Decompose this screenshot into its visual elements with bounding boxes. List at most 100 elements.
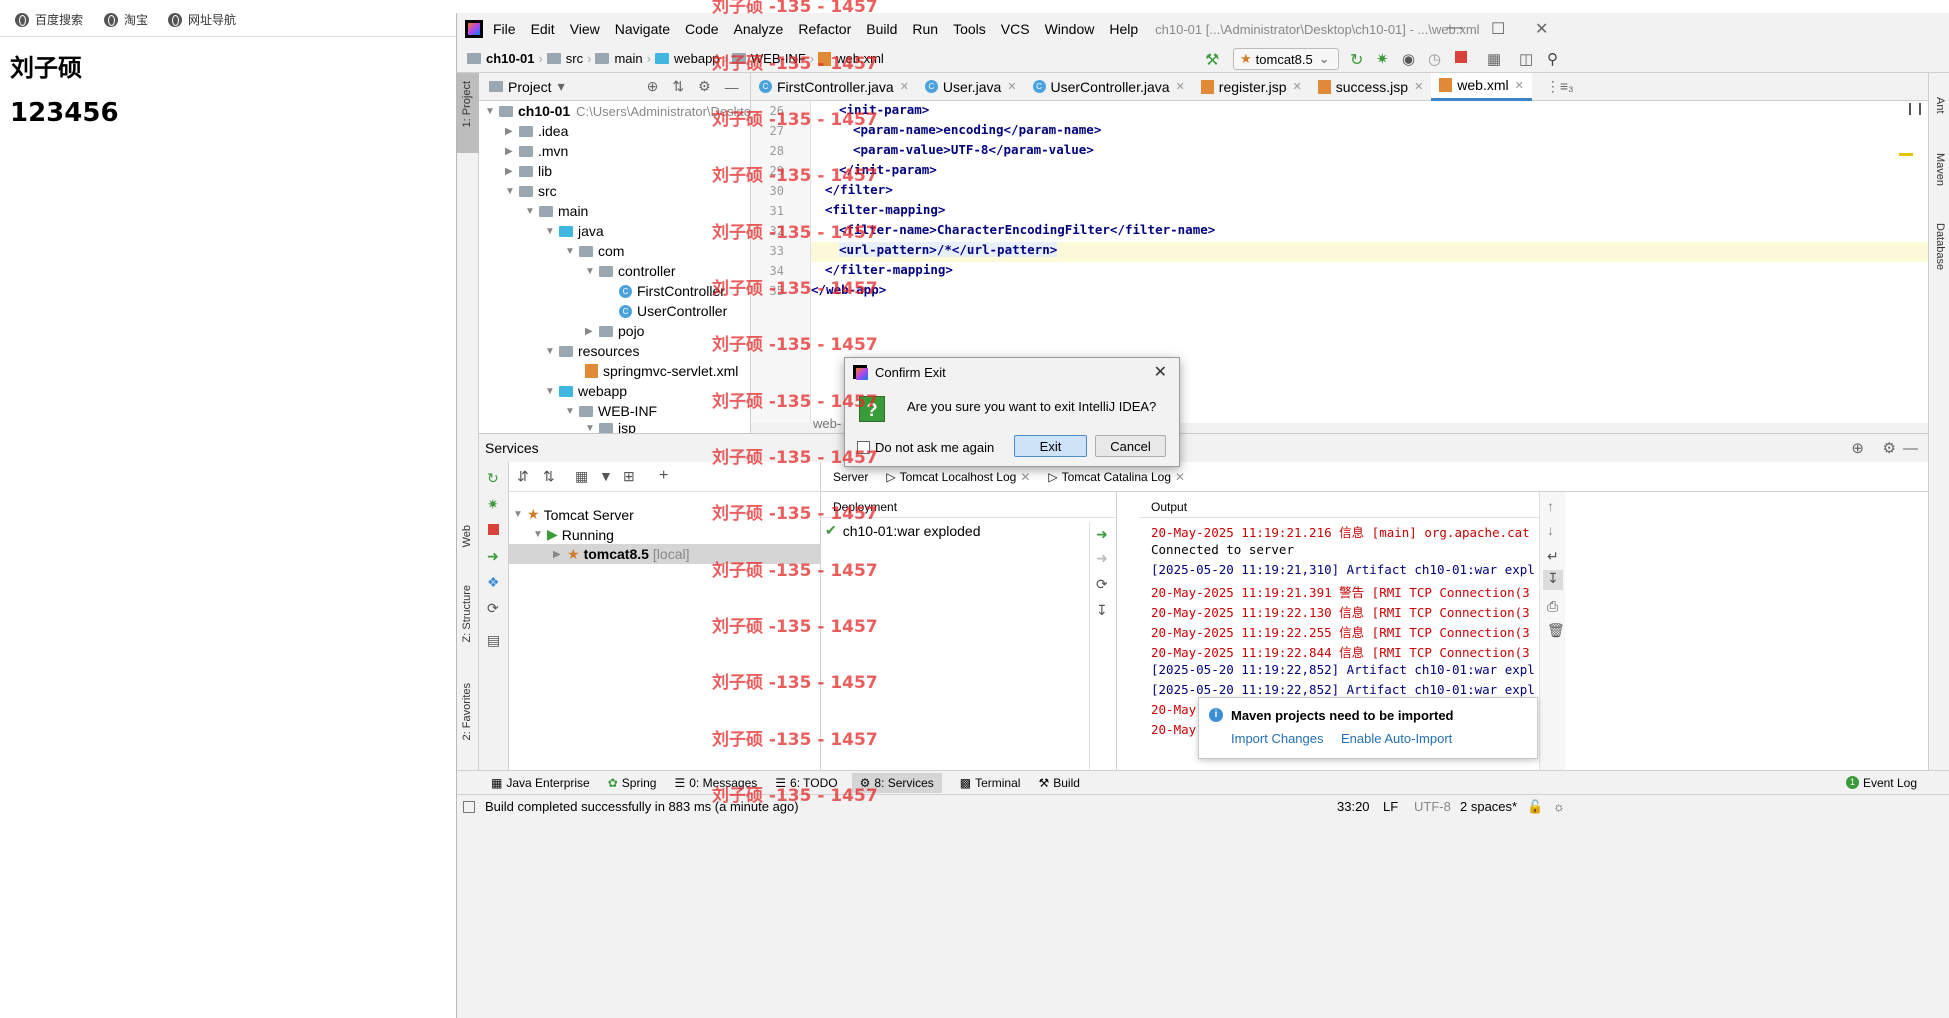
code-line-27[interactable]: <param-name>encoding</param-name> bbox=[853, 122, 1101, 137]
tab-catalina-log[interactable]: ▷ Tomcat Catalina Log ✕ bbox=[1036, 470, 1197, 484]
tree-item-resources[interactable]: ▼ resources bbox=[545, 343, 639, 359]
artifact-icon[interactable]: ❖ bbox=[487, 574, 500, 591]
enable-auto-import-link[interactable]: Enable Auto-Import bbox=[1341, 731, 1452, 746]
minimize-icon[interactable]: — bbox=[1447, 19, 1463, 37]
file-encoding[interactable]: UTF-8 bbox=[1414, 799, 1451, 814]
build-hammer-icon[interactable]: ⚒ bbox=[1205, 50, 1221, 69]
bookmark-nav[interactable]: 网址导航 bbox=[168, 11, 236, 28]
tool-tab-web[interactable]: Web bbox=[461, 525, 473, 547]
close-window-icon[interactable]: ✕ bbox=[1535, 19, 1548, 39]
tab-server[interactable]: Server bbox=[821, 470, 880, 484]
tab-firstcontroller[interactable]: C FirstController.java ✕ bbox=[751, 73, 917, 101]
tool-java-enterprise[interactable]: ▦ Java Enterprise bbox=[491, 776, 590, 790]
tree-item-webinf[interactable]: ▼ WEB-INF bbox=[565, 403, 657, 419]
group-icon[interactable]: ▦ bbox=[575, 468, 588, 485]
code-line-33[interactable]: <url-pattern>/*</url-pattern> bbox=[839, 242, 1058, 257]
tree-item-usercontroller[interactable]: C UserController bbox=[619, 303, 727, 319]
up-arrow-icon[interactable]: ↑ bbox=[1547, 498, 1554, 514]
collapse-icon[interactable]: ⇅ bbox=[672, 78, 684, 95]
close-icon[interactable]: ✕ bbox=[1007, 80, 1016, 93]
deployment-item[interactable]: ✔ ch10-01:war exploded bbox=[825, 522, 981, 539]
close-icon[interactable]: ✕ bbox=[1176, 80, 1185, 93]
deploy-icon[interactable]: ➜ bbox=[1096, 526, 1108, 543]
down-arrow-icon[interactable]: ↓ bbox=[1547, 522, 1554, 538]
stop-icon[interactable] bbox=[488, 524, 499, 535]
collapse-all-icon[interactable]: ⇅ bbox=[543, 468, 555, 485]
tree-item-firstcontroller[interactable]: C FirstController bbox=[619, 283, 725, 299]
tab-success-jsp[interactable]: success.jsp ✕ bbox=[1310, 73, 1432, 101]
tab-web-xml[interactable]: web.xml ✕ bbox=[1431, 72, 1532, 101]
toggle-tool-windows-icon[interactable] bbox=[463, 800, 475, 813]
menu-view[interactable]: View bbox=[570, 21, 600, 37]
tool-terminal[interactable]: ▩ Terminal bbox=[960, 776, 1021, 790]
line-separator[interactable]: LF bbox=[1383, 799, 1398, 814]
bookmark-taobao[interactable]: 淘宝 bbox=[104, 11, 148, 28]
exit-button[interactable]: Exit bbox=[1014, 435, 1087, 457]
hide-icon[interactable]: — bbox=[725, 79, 739, 95]
tab-localhost-log[interactable]: ▷ Tomcat Localhost Log ✕ bbox=[880, 470, 1036, 484]
debug-icon[interactable]: ✷ bbox=[487, 496, 499, 513]
inspector-icon[interactable]: ☼ bbox=[1553, 799, 1565, 814]
tool-event-log[interactable]: 1 Event Log bbox=[1845, 776, 1917, 790]
menu-run[interactable]: Run bbox=[912, 21, 938, 37]
menu-tools[interactable]: Tools bbox=[953, 21, 986, 37]
tool-build[interactable]: ⚒ Build bbox=[1038, 776, 1079, 790]
caret-position[interactable]: 33:20 bbox=[1337, 799, 1370, 814]
tool-tab-favorites[interactable]: 2: Favorites bbox=[461, 683, 473, 740]
chevron-down-icon[interactable]: ▾ bbox=[558, 78, 565, 95]
menu-window[interactable]: Window bbox=[1045, 21, 1095, 37]
profile-icon[interactable]: ◷ bbox=[1428, 50, 1444, 68]
close-icon[interactable]: ✕ bbox=[1020, 470, 1030, 484]
debug-icon[interactable]: ✷ bbox=[1376, 50, 1392, 68]
tree-item-springmvc-xml[interactable]: springmvc-servlet.xml bbox=[585, 363, 738, 379]
menu-navigate[interactable]: Navigate bbox=[615, 21, 670, 37]
code-line-28[interactable]: <param-value>UTF-8</param-value> bbox=[853, 142, 1094, 157]
layout-icon[interactable]: ▤ bbox=[487, 632, 500, 649]
tree-item-webapp[interactable]: ▼ webapp bbox=[545, 383, 627, 399]
tool-tab-structure[interactable]: Z: Structure bbox=[461, 585, 473, 642]
tool-tab-maven[interactable]: Maven bbox=[1934, 153, 1946, 186]
tree-tomcat-server[interactable]: ▼ ★ Tomcat Server bbox=[513, 506, 634, 523]
tab-register-jsp[interactable]: register.jsp ✕ bbox=[1193, 73, 1310, 101]
lock-icon[interactable]: 🔓 bbox=[1527, 799, 1543, 815]
add-icon[interactable]: + bbox=[659, 467, 668, 485]
tree-item-controller[interactable]: ▼ controller bbox=[585, 263, 676, 279]
undeploy-icon[interactable]: ➜ bbox=[1096, 550, 1108, 567]
deploy-icon[interactable]: ➜ bbox=[487, 548, 499, 565]
menu-help[interactable]: Help bbox=[1109, 21, 1138, 37]
code-line-32[interactable]: <filter-name>CharacterEncodingFilter</fi… bbox=[839, 222, 1215, 237]
tree-item-pojo[interactable]: ▶ pojo bbox=[585, 323, 644, 339]
tree-item-main[interactable]: ▼ main bbox=[525, 203, 588, 219]
breadcrumb-src[interactable]: src bbox=[566, 51, 583, 66]
close-icon[interactable]: ✕ bbox=[900, 80, 909, 93]
tree-item-mvn[interactable]: ▶ .mvn bbox=[505, 143, 568, 159]
dialog-close-icon[interactable]: ✕ bbox=[1154, 362, 1167, 382]
gear-icon[interactable]: ⚙ bbox=[1883, 439, 1896, 457]
run-config-select[interactable]: ★ tomcat8.5 ⌄ bbox=[1233, 48, 1339, 70]
close-icon[interactable]: ✕ bbox=[1175, 470, 1185, 484]
tree-item-idea[interactable]: ▶ .idea bbox=[505, 123, 568, 139]
code-line-31[interactable]: <filter-mapping> bbox=[825, 202, 945, 217]
tool-tab-ant[interactable]: Ant bbox=[1934, 97, 1946, 114]
tool-tab-database[interactable]: Database bbox=[1934, 223, 1946, 270]
close-icon[interactable]: ✕ bbox=[1515, 79, 1524, 92]
crosshair-icon[interactable]: ⊕ bbox=[1851, 439, 1864, 457]
tree-item-com[interactable]: ▼ com bbox=[565, 243, 624, 259]
project-structure-icon[interactable]: ▦ bbox=[1487, 50, 1503, 68]
tab-usercontroller[interactable]: C UserController.java ✕ bbox=[1025, 73, 1193, 101]
menu-vcs[interactable]: VCS bbox=[1001, 21, 1030, 37]
tree-item-java[interactable]: ▼ java bbox=[545, 223, 604, 239]
tab-user[interactable]: C User.java ✕ bbox=[917, 73, 1025, 101]
print-icon[interactable]: ⎙ bbox=[1547, 598, 1558, 615]
rerun-icon[interactable]: ↻ bbox=[1350, 50, 1366, 69]
close-icon[interactable]: ✕ bbox=[1292, 80, 1301, 93]
refresh-icon[interactable]: ⟳ bbox=[1096, 576, 1108, 593]
breadcrumb-project[interactable]: ch10-01 bbox=[486, 51, 534, 66]
tab-overflow-icon[interactable]: ⋮≡₃ bbox=[1546, 78, 1574, 95]
layout-icon[interactable]: ◫ bbox=[1519, 50, 1535, 68]
tree-item-lib[interactable]: ▶ lib bbox=[505, 163, 552, 179]
search-icon[interactable]: ⚲ bbox=[1547, 50, 1563, 68]
hide-icon[interactable]: — bbox=[1903, 440, 1918, 457]
tree-item-src[interactable]: ▼ src bbox=[505, 183, 557, 199]
scroll-end-icon[interactable]: ↧ bbox=[1543, 570, 1563, 590]
